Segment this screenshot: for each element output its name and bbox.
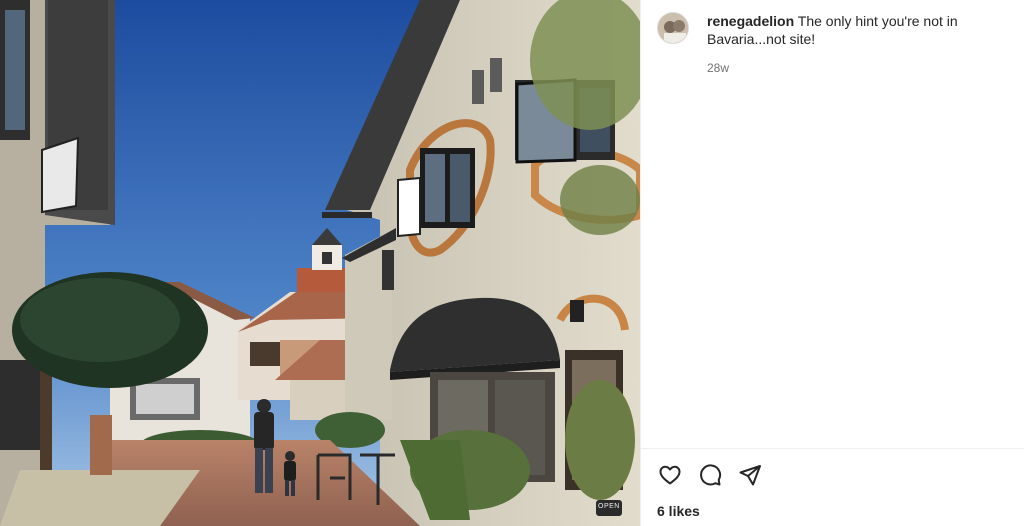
post-photo[interactable]: OPEN [0,0,640,526]
comment-icon [700,464,722,486]
photo-sign-text: OPEN [598,503,620,510]
avatar[interactable] [657,12,689,44]
post-details-panel: renegadelion The only hint you're not in… [640,0,1024,526]
share-icon [739,465,761,486]
avatar-image [658,13,688,43]
post-photo-image [0,0,640,526]
post-actions [657,462,763,488]
caption-text: renegadelion The only hint you're not in… [707,12,1024,48]
actions-divider [641,448,1024,449]
comment-button[interactable] [697,462,723,488]
share-button[interactable] [737,462,763,488]
caption-row: renegadelion The only hint you're not in… [657,12,1024,48]
heart-icon [659,465,681,485]
like-button[interactable] [657,462,683,488]
post-timestamp[interactable]: 28w [707,61,729,75]
post-username[interactable]: renegadelion [707,13,794,29]
likes-count[interactable]: 6 likes [657,503,700,519]
